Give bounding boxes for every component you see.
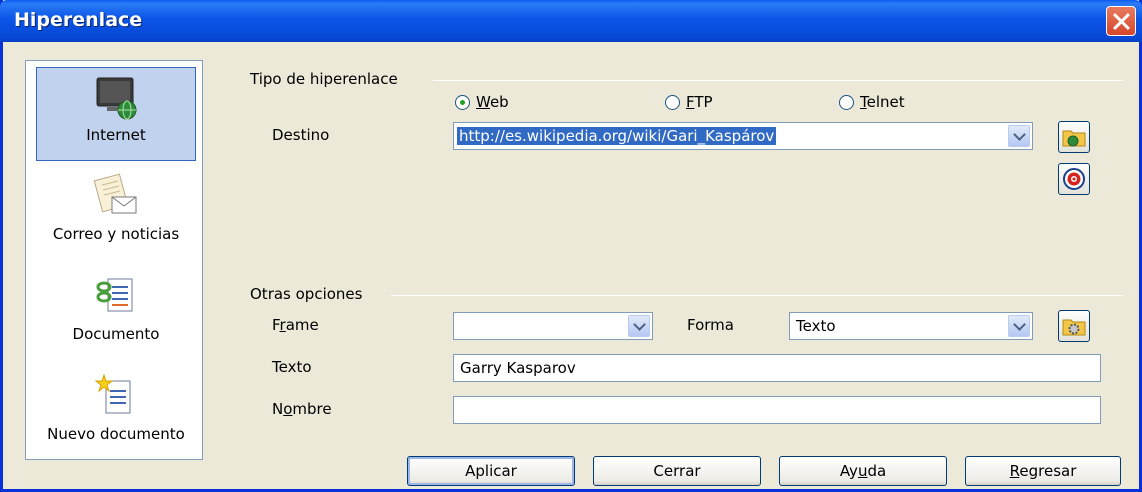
nav-label-mail-news: Correo y noticias: [52, 225, 180, 243]
internet-globe-icon: [96, 77, 137, 120]
events-button[interactable]: [1058, 310, 1090, 342]
texto-field[interactable]: Garry Kasparov: [453, 354, 1101, 382]
destino-value: http://es.wikipedia.org/wiki/Gari_Kaspár…: [457, 127, 777, 145]
dialog-title: Hiperenlace: [14, 9, 143, 31]
help-button[interactable]: Ayuda: [779, 456, 947, 486]
folder-globe-icon: [1062, 130, 1086, 147]
hyperlink-dialog: Hiperenlace Internet Correo y noticias D…: [0, 0, 1142, 492]
radio-ftp[interactable]: FTP: [665, 93, 713, 111]
chevron-down-icon[interactable]: [1008, 315, 1030, 337]
close-button[interactable]: Cerrar: [593, 456, 761, 486]
nav-item-document[interactable]: Documento: [36, 267, 196, 361]
radio-web[interactable]: Web: [455, 93, 509, 111]
radio-telnet[interactable]: Telnet: [839, 93, 905, 111]
target-in-document-button[interactable]: [1058, 163, 1090, 195]
forma-value: Texto: [796, 317, 836, 335]
nav-label-new-document: Nuevo documento: [47, 425, 185, 443]
nav-item-internet[interactable]: Internet: [36, 67, 196, 161]
frame-combobox[interactable]: [453, 312, 653, 340]
nav-label-document: Documento: [72, 325, 160, 343]
frame-label: Frame: [272, 316, 319, 334]
nombre-field[interactable]: [453, 396, 1101, 424]
new-document-icon: [94, 373, 131, 414]
nombre-label: Nombre: [272, 400, 332, 418]
nav-item-new-document[interactable]: Nuevo documento: [36, 367, 196, 461]
mail-envelope-icon: [93, 173, 137, 214]
target-icon: [1063, 168, 1085, 190]
destino-label: Destino: [272, 126, 330, 144]
radio-web-label: Web: [476, 93, 509, 111]
section-other-options: Otras opciones: [250, 285, 363, 303]
apply-button[interactable]: Aplicar: [407, 456, 575, 486]
close-icon[interactable]: [1106, 6, 1136, 36]
folder-gear-icon: [1062, 319, 1086, 336]
nav-label-internet: Internet: [86, 126, 146, 144]
forma-combobox[interactable]: Texto: [789, 312, 1033, 340]
open-browser-button[interactable]: [1058, 121, 1090, 153]
hyperlink-type-panel: Internet Correo y noticias Documento Nue…: [25, 60, 203, 460]
chevron-down-icon[interactable]: [1008, 125, 1030, 147]
section-hyperlink-type: Tipo de hiperenlace: [250, 70, 398, 88]
back-button[interactable]: Regresar: [965, 456, 1121, 486]
section-divider: [391, 295, 1123, 296]
destino-combobox[interactable]: http://es.wikipedia.org/wiki/Gari_Kaspár…: [453, 122, 1033, 150]
title-bar[interactable]: Hiperenlace: [0, 0, 1142, 42]
chevron-down-icon[interactable]: [628, 315, 650, 337]
radio-ftp-indicator: [665, 94, 680, 110]
radio-telnet-indicator: [839, 94, 854, 110]
radio-ftp-label: FTP: [686, 93, 713, 111]
forma-label: Forma: [687, 316, 734, 334]
texto-label: Texto: [272, 358, 312, 376]
nav-item-mail-news[interactable]: Correo y noticias: [36, 167, 196, 261]
texto-value: Garry Kasparov: [460, 359, 576, 377]
radio-web-indicator: [455, 94, 470, 110]
radio-telnet-label: Telnet: [860, 93, 905, 111]
section-divider: [433, 80, 1123, 81]
document-link-icon: [96, 278, 133, 312]
